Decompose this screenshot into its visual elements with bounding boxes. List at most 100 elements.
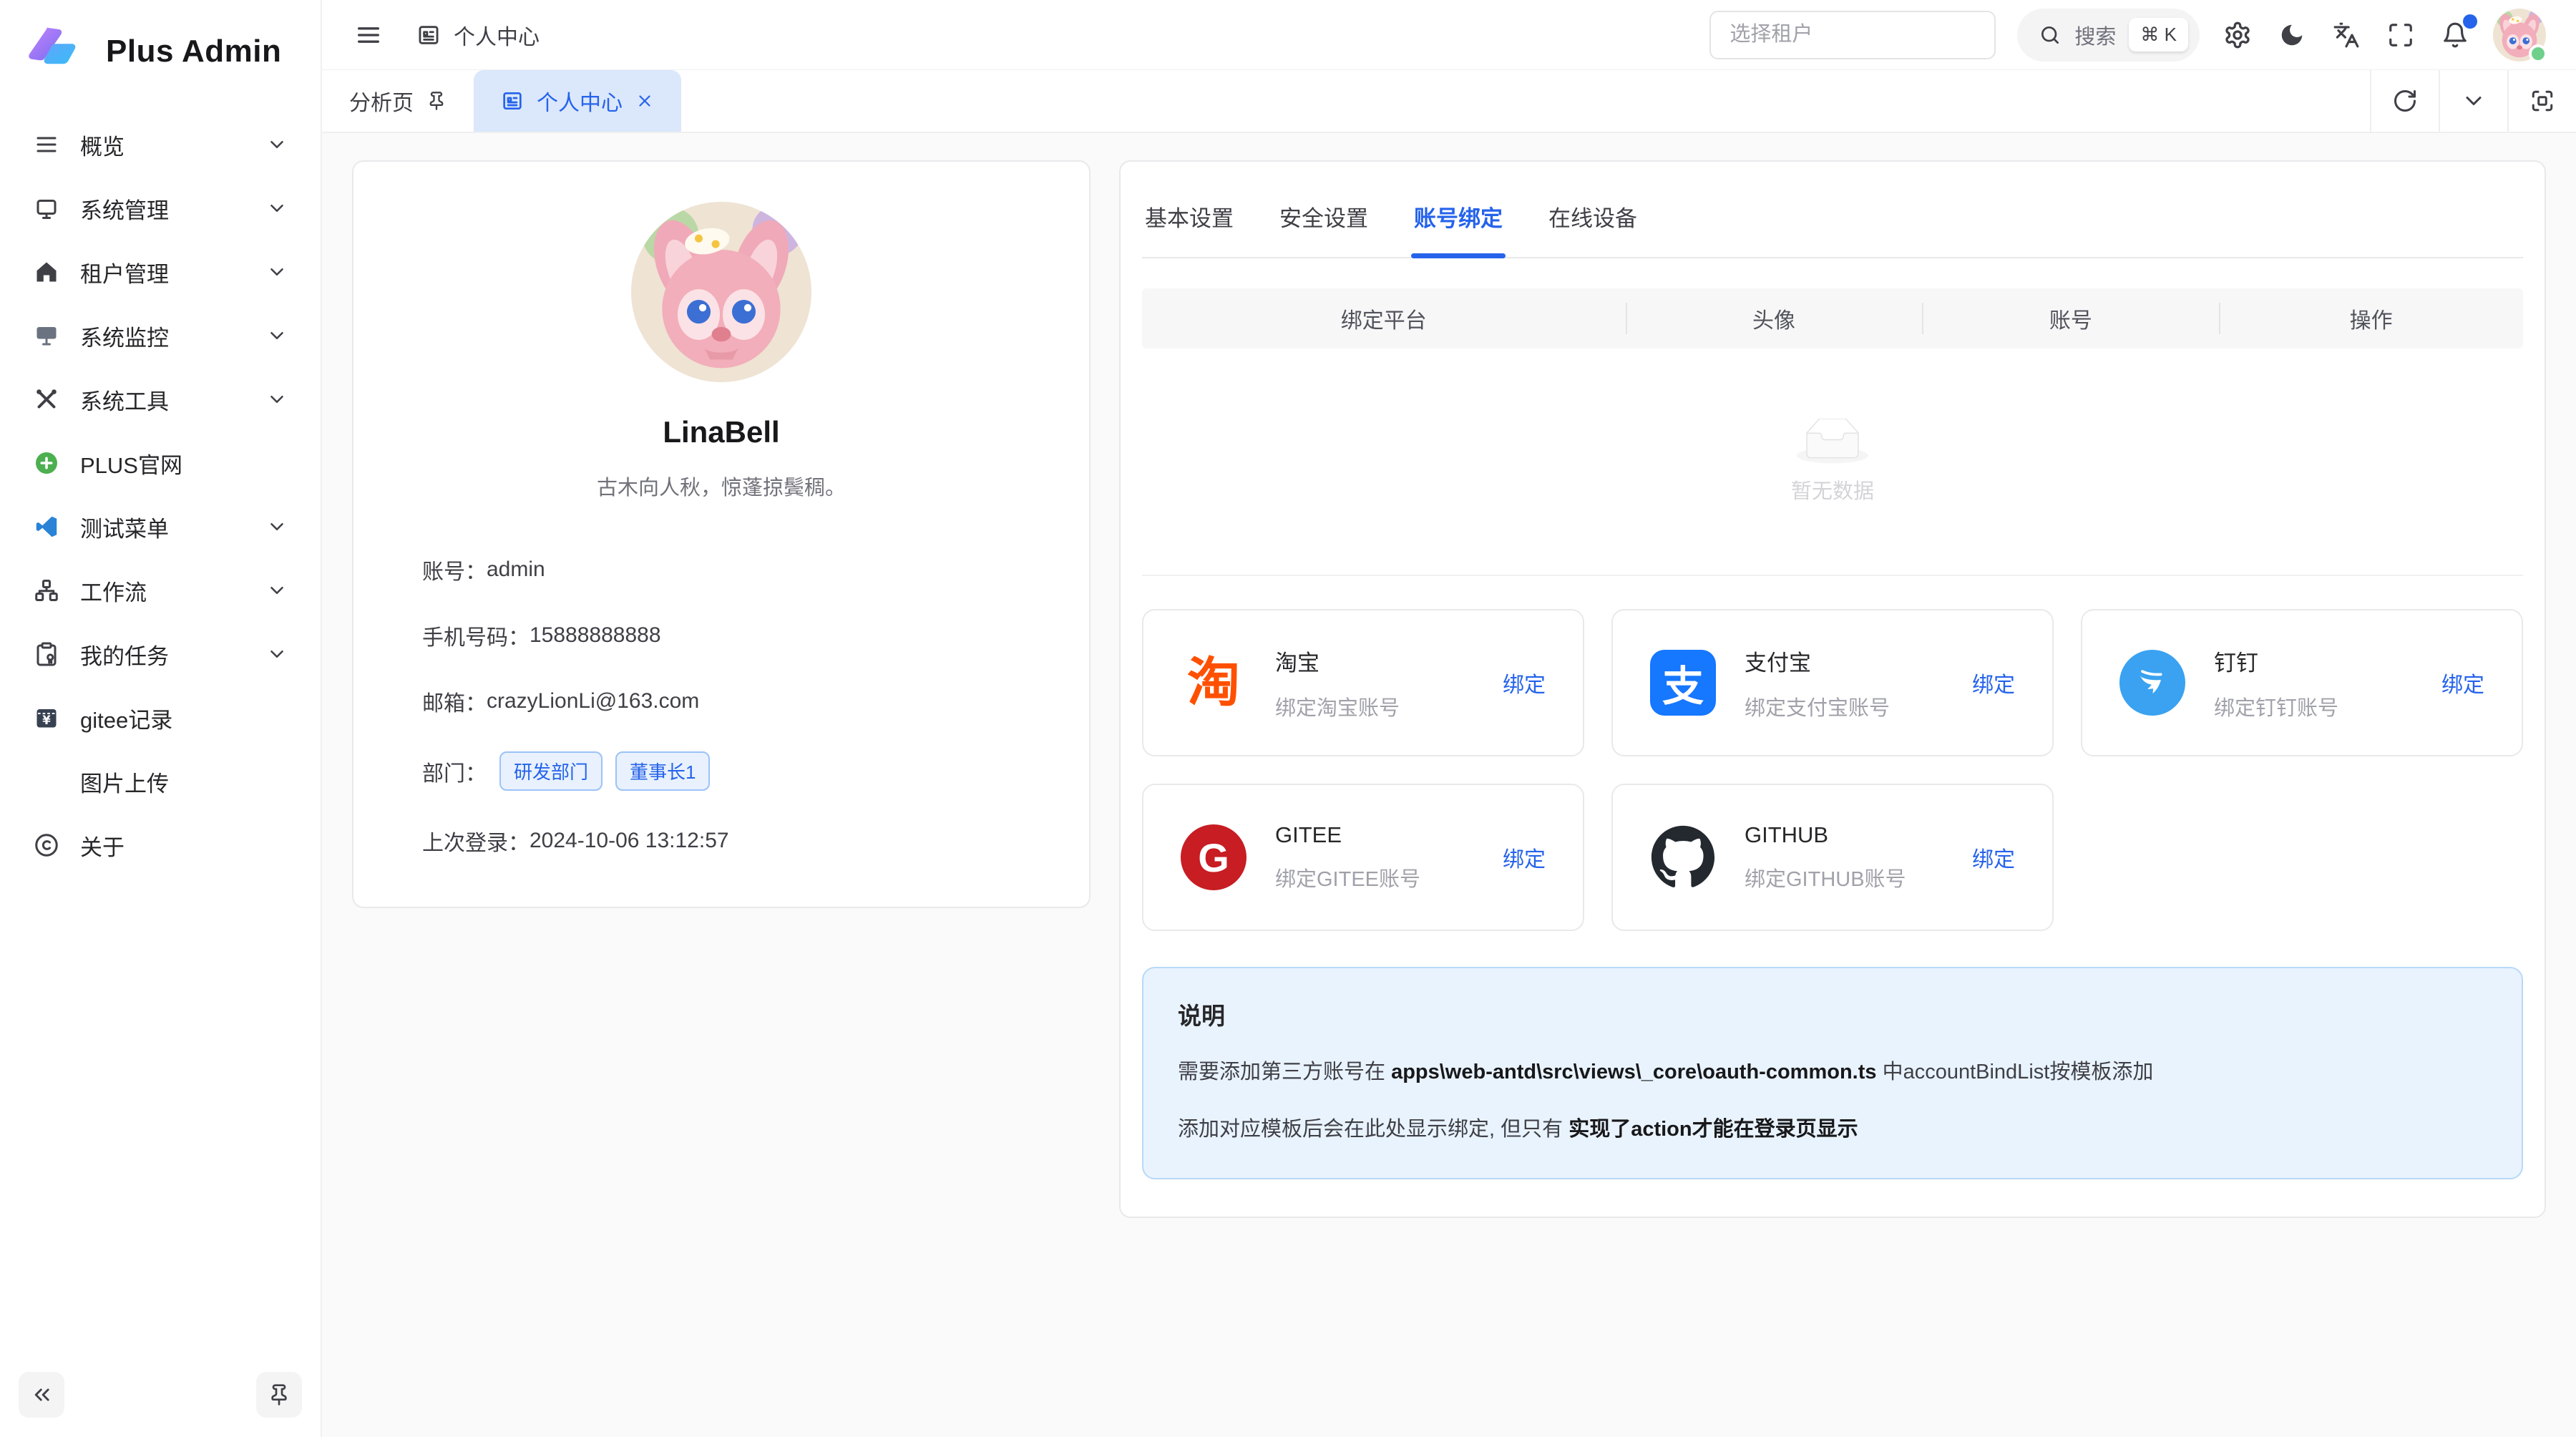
sidebar-item-gitee-record[interactable]: ¥ gitee记录 (14, 689, 306, 746)
sidebar-item-label: 工作流 (80, 575, 147, 607)
chevron-down-icon (2461, 88, 2487, 114)
vscode-icon (33, 513, 60, 540)
field-label: 邮箱： (422, 686, 487, 717)
dingtalk-logo-icon (2119, 650, 2185, 716)
tab-profile-center[interactable]: 个人中心 (474, 70, 681, 132)
menu-lines-icon (33, 131, 60, 158)
tenant-select-input[interactable] (1709, 11, 1996, 59)
profile-avatar (631, 202, 811, 382)
binding-name: 支付宝 (1745, 645, 1890, 677)
sidebar-item-label: 图片上传 (80, 766, 169, 798)
bind-taobao-link[interactable]: 绑定 (1503, 667, 1546, 698)
column-header: 头像 (1626, 303, 1923, 334)
sidebar-item-tenant-management[interactable]: 租户管理 (14, 243, 306, 301)
binding-name: 钉钉 (2214, 645, 2338, 677)
sidebar-item-test-menu[interactable]: 测试菜单 (14, 498, 306, 555)
field-label: 账号： (422, 554, 487, 585)
refresh-icon (2392, 88, 2418, 114)
sidebar-item-label: PLUS官网 (80, 447, 182, 479)
settings-button[interactable] (2221, 19, 2254, 52)
pin-icon[interactable] (426, 91, 447, 111)
notifications-button[interactable] (2439, 19, 2472, 52)
field-label: 上次登录： (422, 825, 530, 857)
profile-field-department: 部门： 研发部门 董事长1 (422, 751, 1020, 791)
sidebar-item-label: 系统工具 (80, 384, 169, 416)
tab-analysis[interactable]: 分析页 (322, 70, 474, 132)
app-logo-icon (26, 21, 87, 82)
profile-fields: 账号： admin 手机号码： 15888888888 邮箱： crazyLio… (422, 554, 1020, 857)
search-icon (2039, 24, 2062, 47)
sidebar-pin-button[interactable] (256, 1372, 302, 1418)
bind-gitee-link[interactable]: 绑定 (1503, 842, 1546, 873)
github-logo-icon (1650, 824, 1716, 890)
column-header: 绑定平台 (1142, 303, 1626, 334)
bind-dingtalk-link[interactable]: 绑定 (2441, 667, 2484, 698)
profile-field-phone: 手机号码： 15888888888 (422, 620, 1020, 651)
sidebar-item-system-tools[interactable]: 系统工具 (14, 371, 306, 428)
chevron-down-icon (266, 325, 288, 346)
global-search[interactable]: 搜索 ⌘ K (2017, 9, 2200, 62)
chevron-down-icon (266, 198, 288, 219)
binding-card-dingtalk: 钉钉 绑定钉钉账号 绑定 (2081, 609, 2523, 756)
languages-icon (2333, 21, 2360, 49)
app-logo[interactable]: Plus Admin (0, 0, 321, 86)
binding-card-gitee: G GITEE 绑定GITEE账号 绑定 (1142, 784, 1584, 931)
search-label: 搜索 (2074, 20, 2116, 50)
notification-badge (2463, 14, 2477, 29)
yen-badge-icon: ¥ (33, 704, 60, 731)
field-value: 15888888888 (530, 623, 661, 648)
binding-desc: 绑定钉钉账号 (2214, 691, 2338, 721)
sidebar-item-workflow[interactable]: 工作流 (14, 562, 306, 619)
bind-alipay-link[interactable]: 绑定 (1972, 667, 2015, 698)
sidebar-toggle-button[interactable] (352, 19, 385, 52)
fullscreen-icon (2387, 21, 2414, 49)
binding-card-github: GITHUB 绑定GITHUB账号 绑定 (1611, 784, 2054, 931)
tab-maximize-button[interactable] (2507, 70, 2576, 132)
chevron-down-icon (266, 389, 288, 410)
binding-name: 淘宝 (1275, 645, 1400, 677)
alipay-logo-icon: 支 (1650, 650, 1716, 716)
breadcrumb: 个人中心 (416, 19, 540, 51)
tab-online-devices[interactable]: 在线设备 (1546, 185, 1640, 257)
field-label: 手机号码： (422, 620, 530, 651)
sidebar-item-plus-website[interactable]: PLUS官网 (14, 434, 306, 492)
tab-refresh-button[interactable] (2370, 70, 2439, 132)
sidebar-item-label: 测试菜单 (80, 511, 169, 543)
sidebar-item-label: 租户管理 (80, 256, 169, 288)
sidebar-item-my-tasks[interactable]: 我的任务 (14, 625, 306, 683)
sidebar-item-image-upload[interactable]: 图片上传 (14, 753, 306, 810)
empty-state-text: 暂无数据 (1791, 474, 1874, 505)
focus-icon (2529, 88, 2555, 114)
sidebar-item-system-monitor[interactable]: 系统监控 (14, 307, 306, 364)
sidebar-item-overview[interactable]: 概览 (14, 116, 306, 173)
tab-basic-settings[interactable]: 基本设置 (1142, 185, 1236, 257)
sidebar-collapse-button[interactable] (19, 1372, 64, 1418)
profile-name: LinaBell (422, 415, 1020, 449)
theme-toggle-button[interactable] (2275, 19, 2308, 52)
search-shortcut-kbd: ⌘ K (2129, 18, 2188, 52)
tab-more-button[interactable] (2439, 70, 2507, 132)
sidebar-item-system-management[interactable]: 系统管理 (14, 180, 306, 237)
sidebar-footer (0, 1363, 321, 1437)
svg-text:¥: ¥ (42, 713, 51, 727)
settings-tabs: 基本设置 安全设置 账号绑定 在线设备 (1142, 175, 2523, 258)
sidebar-item-label: 我的任务 (80, 638, 169, 671)
copyright-icon (33, 832, 60, 859)
tab-security-settings[interactable]: 安全设置 (1277, 185, 1371, 257)
chevron-down-icon (266, 580, 288, 601)
sidebar-item-label: gitee记录 (80, 702, 172, 734)
content-area: LinaBell 古木向人秋，惊蓬掠鬓稠。 账号： admin 手机号码： 15… (322, 133, 2576, 1245)
field-label: 部门： (422, 756, 487, 787)
plus-circle-icon (33, 449, 60, 477)
sidebar-item-about[interactable]: 关于 (14, 817, 306, 874)
language-button[interactable] (2330, 19, 2363, 52)
fullscreen-button[interactable] (2384, 19, 2417, 52)
sidebar-menu: 概览 系统管理 租户管理 系统监控 (0, 86, 321, 1363)
department-tag: 董事长1 (615, 751, 710, 791)
close-icon[interactable] (635, 92, 654, 110)
sidebar: Plus Admin 概览 系统管理 租户管理 (0, 0, 322, 1437)
bind-github-link[interactable]: 绑定 (1972, 842, 2015, 873)
field-value: admin (487, 557, 545, 582)
tab-account-binding[interactable]: 账号绑定 (1411, 185, 1506, 257)
user-avatar-button[interactable] (2493, 9, 2546, 62)
